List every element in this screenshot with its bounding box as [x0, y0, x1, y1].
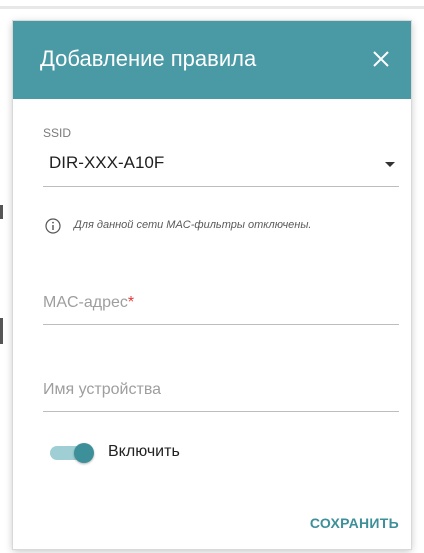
- mac-address-field[interactable]: MAC-адрес*: [43, 280, 399, 325]
- enable-toggle-row: Включить: [50, 437, 250, 467]
- info-text: Для данной сети MAC-фильтры отключены.: [74, 219, 312, 231]
- mac-address-placeholder: MAC-адрес*: [43, 294, 135, 311]
- toggle-knob: [74, 443, 94, 463]
- enable-toggle-label: Включить: [108, 443, 180, 460]
- device-name-field[interactable]: Имя устройства: [43, 367, 399, 412]
- enable-toggle[interactable]: [50, 443, 96, 463]
- dialog-header: Добавление правила: [13, 21, 411, 99]
- ssid-label: SSID: [43, 126, 72, 140]
- backdrop-divider: [0, 6, 424, 9]
- backdrop-edge-mark: [0, 205, 3, 219]
- ssid-value: DIR-XXX-A10F: [49, 153, 165, 172]
- ssid-select[interactable]: DIR-XXX-A10F: [43, 142, 399, 187]
- caret-down-icon: [385, 162, 395, 167]
- close-icon: [373, 51, 389, 67]
- backdrop-edge-mark: [0, 318, 3, 344]
- save-button[interactable]: СОХРАНИТЬ: [302, 509, 407, 537]
- info-icon: [45, 218, 61, 234]
- mac-filter-info: Для данной сети MAC-фильтры отключены.: [45, 217, 405, 237]
- dialog-title: Добавление правила: [40, 46, 257, 71]
- required-mark: *: [127, 294, 135, 311]
- add-rule-dialog: Добавление правила SSID DIR-XXX-A10F Для…: [13, 21, 411, 549]
- device-name-placeholder: Имя устройства: [43, 381, 162, 398]
- close-button[interactable]: [363, 41, 399, 77]
